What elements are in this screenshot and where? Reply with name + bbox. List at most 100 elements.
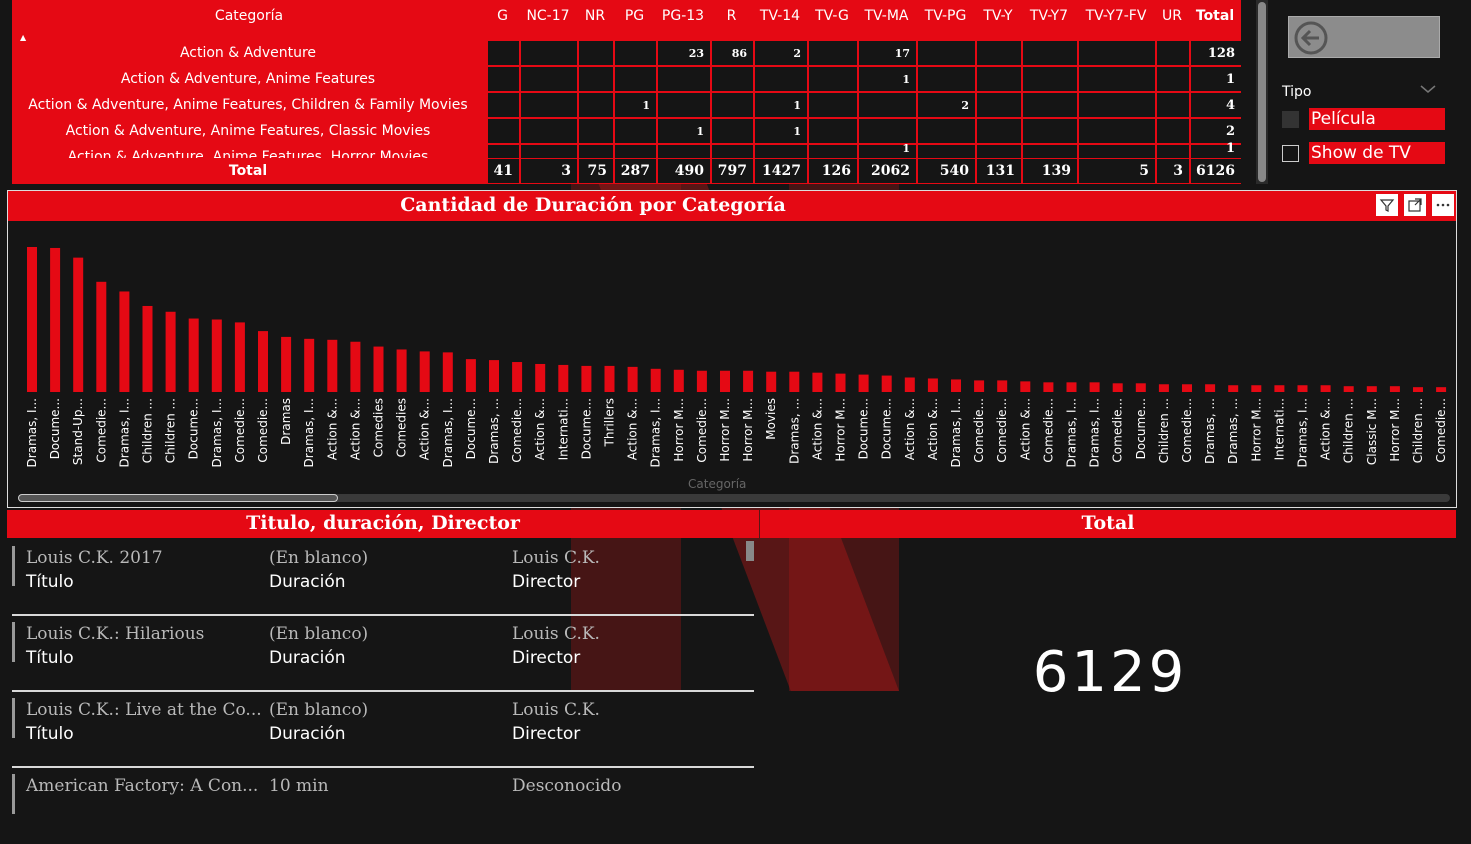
more-options-icon[interactable] <box>1432 194 1454 216</box>
bar-12[interactable] <box>304 338 315 392</box>
bar-3[interactable] <box>96 281 107 392</box>
bar-28[interactable] <box>673 369 684 392</box>
column-header-tv-14[interactable]: TV-14 <box>753 0 807 38</box>
bar-1[interactable] <box>50 247 61 392</box>
column-header-tv-pg[interactable]: TV-PG <box>916 0 975 38</box>
checkbox-show-de-tv[interactable] <box>1282 145 1299 162</box>
chart-horizontal-scrollbar[interactable] <box>18 494 1450 502</box>
bar-23[interactable] <box>558 364 569 392</box>
detail-card[interactable]: American Factory: A Con... 10 min Desconoc… <box>12 768 754 844</box>
column-header-tv-g[interactable]: TV-G <box>807 0 857 38</box>
bar-33[interactable] <box>789 371 800 392</box>
bar-37[interactable] <box>881 375 892 392</box>
bar-30[interactable] <box>720 370 730 392</box>
bar-50[interactable] <box>1182 384 1192 392</box>
column-header-ur[interactable]: UR <box>1155 0 1189 38</box>
bar-35[interactable] <box>835 373 846 392</box>
detail-card[interactable]: Louis C.K.: Live at the Co... (En blanco)… <box>12 692 754 768</box>
bar-51[interactable] <box>1205 384 1216 392</box>
column-header-total[interactable]: Total <box>1189 0 1241 38</box>
bar-19[interactable] <box>465 359 476 392</box>
column-header-tv-y7-fv[interactable]: TV-Y7-FV <box>1077 0 1155 38</box>
row-category-name[interactable]: Action & Adventure, Anime Features, Horr… <box>12 145 484 158</box>
row-category-name[interactable]: Action & Adventure, Anime Features, Clas… <box>12 119 484 143</box>
column-header-nc-17[interactable]: NC-17 <box>519 0 577 38</box>
bar-15[interactable] <box>373 346 384 392</box>
detail-card[interactable]: Louis C.K.: Hilarious (En blanco) Louis C.… <box>12 616 754 692</box>
back-button[interactable] <box>1288 16 1440 58</box>
bar-17[interactable] <box>419 351 430 392</box>
category-rating-matrix[interactable]: Categoría ▲ G NC-17 NR PG PG-13 R TV-14 TV-G TV-MA… <box>12 0 1241 184</box>
column-header-tv-y7[interactable]: TV-Y7 <box>1021 0 1077 38</box>
bar-25[interactable] <box>604 365 615 392</box>
column-header-tv-y[interactable]: TV-Y <box>975 0 1021 38</box>
bar-46[interactable] <box>1089 382 1100 392</box>
duration-by-category-chart[interactable]: Cantidad de Duración por Categoría Drama… <box>7 190 1457 508</box>
bar-2[interactable] <box>73 257 84 392</box>
bar-9[interactable] <box>234 322 245 392</box>
slicer-item-pelicula[interactable]: Película <box>1309 108 1445 130</box>
matrix-scrollbar[interactable] <box>1256 0 1268 184</box>
bar-42[interactable] <box>997 380 1008 392</box>
bar-55[interactable] <box>1297 385 1308 392</box>
bar-39[interactable] <box>927 378 938 392</box>
column-header-tv-ma[interactable]: TV-MA <box>857 0 916 38</box>
bar-20[interactable] <box>489 360 499 392</box>
bar-49[interactable] <box>1158 384 1169 392</box>
bar-18[interactable] <box>442 352 453 392</box>
column-header-pg[interactable]: PG <box>613 0 656 38</box>
bar-31[interactable] <box>743 370 754 392</box>
bar-34[interactable] <box>812 372 823 392</box>
bar-26[interactable] <box>627 366 638 392</box>
bar-47[interactable] <box>1112 383 1123 392</box>
focus-mode-icon[interactable] <box>1404 194 1426 216</box>
row-category-name[interactable]: Action & Adventure, Anime Features, Chil… <box>12 93 484 117</box>
bar-53[interactable] <box>1251 385 1262 392</box>
filter-icon[interactable] <box>1376 194 1398 216</box>
bar-4[interactable] <box>119 291 130 392</box>
bar-10[interactable] <box>258 331 268 392</box>
chevron-down-icon[interactable] <box>1420 84 1436 94</box>
bar-6[interactable] <box>165 311 176 392</box>
bar-8[interactable] <box>211 319 222 393</box>
bar-45[interactable] <box>1066 382 1077 392</box>
bar-54[interactable] <box>1274 385 1285 392</box>
bar-60[interactable] <box>1413 387 1423 392</box>
column-header-r[interactable]: R <box>710 0 753 38</box>
bar-59[interactable] <box>1389 386 1400 392</box>
bar-61[interactable] <box>1436 387 1447 392</box>
column-header-g[interactable]: G <box>486 0 519 38</box>
bar-14[interactable] <box>350 341 361 392</box>
bar-38[interactable] <box>904 377 915 393</box>
column-header-nr[interactable]: NR <box>577 0 613 38</box>
column-header-categoria[interactable]: Categoría ▲ <box>12 0 486 42</box>
bar-21[interactable] <box>512 362 523 392</box>
bar-56[interactable] <box>1320 385 1331 392</box>
bar-32[interactable] <box>766 371 777 392</box>
row-category-name[interactable]: Action & Adventure <box>12 41 484 65</box>
bar-40[interactable] <box>951 379 961 392</box>
column-header-pg-13[interactable]: PG-13 <box>656 0 710 38</box>
bar-48[interactable] <box>1135 383 1146 392</box>
slicer-item-show-de-tv[interactable]: Show de TV <box>1309 142 1445 164</box>
bar-13[interactable] <box>327 339 338 392</box>
checkbox-pelicula[interactable] <box>1282 111 1299 128</box>
detail-card[interactable]: Louis C.K. 2017 (En blanco) Louis C.K. Títu… <box>12 540 754 616</box>
bar-36[interactable] <box>858 374 869 392</box>
bar-52[interactable] <box>1228 385 1239 392</box>
bar-22[interactable] <box>535 363 546 392</box>
bar-29[interactable] <box>696 370 707 392</box>
row-category-name[interactable]: Action & Adventure, Anime Features <box>12 67 484 91</box>
bar-5[interactable] <box>142 305 153 392</box>
bar-58[interactable] <box>1366 386 1377 392</box>
bar-16[interactable] <box>396 349 407 392</box>
bar-7[interactable] <box>188 318 199 392</box>
bar-11[interactable] <box>281 336 292 392</box>
bar-44[interactable] <box>1043 382 1054 392</box>
bar-57[interactable] <box>1343 386 1354 392</box>
bar-41[interactable] <box>974 380 985 392</box>
bar-43[interactable] <box>1020 381 1031 392</box>
bar-27[interactable] <box>650 368 661 392</box>
bar-0[interactable] <box>27 247 37 392</box>
bar-24[interactable] <box>581 365 592 392</box>
